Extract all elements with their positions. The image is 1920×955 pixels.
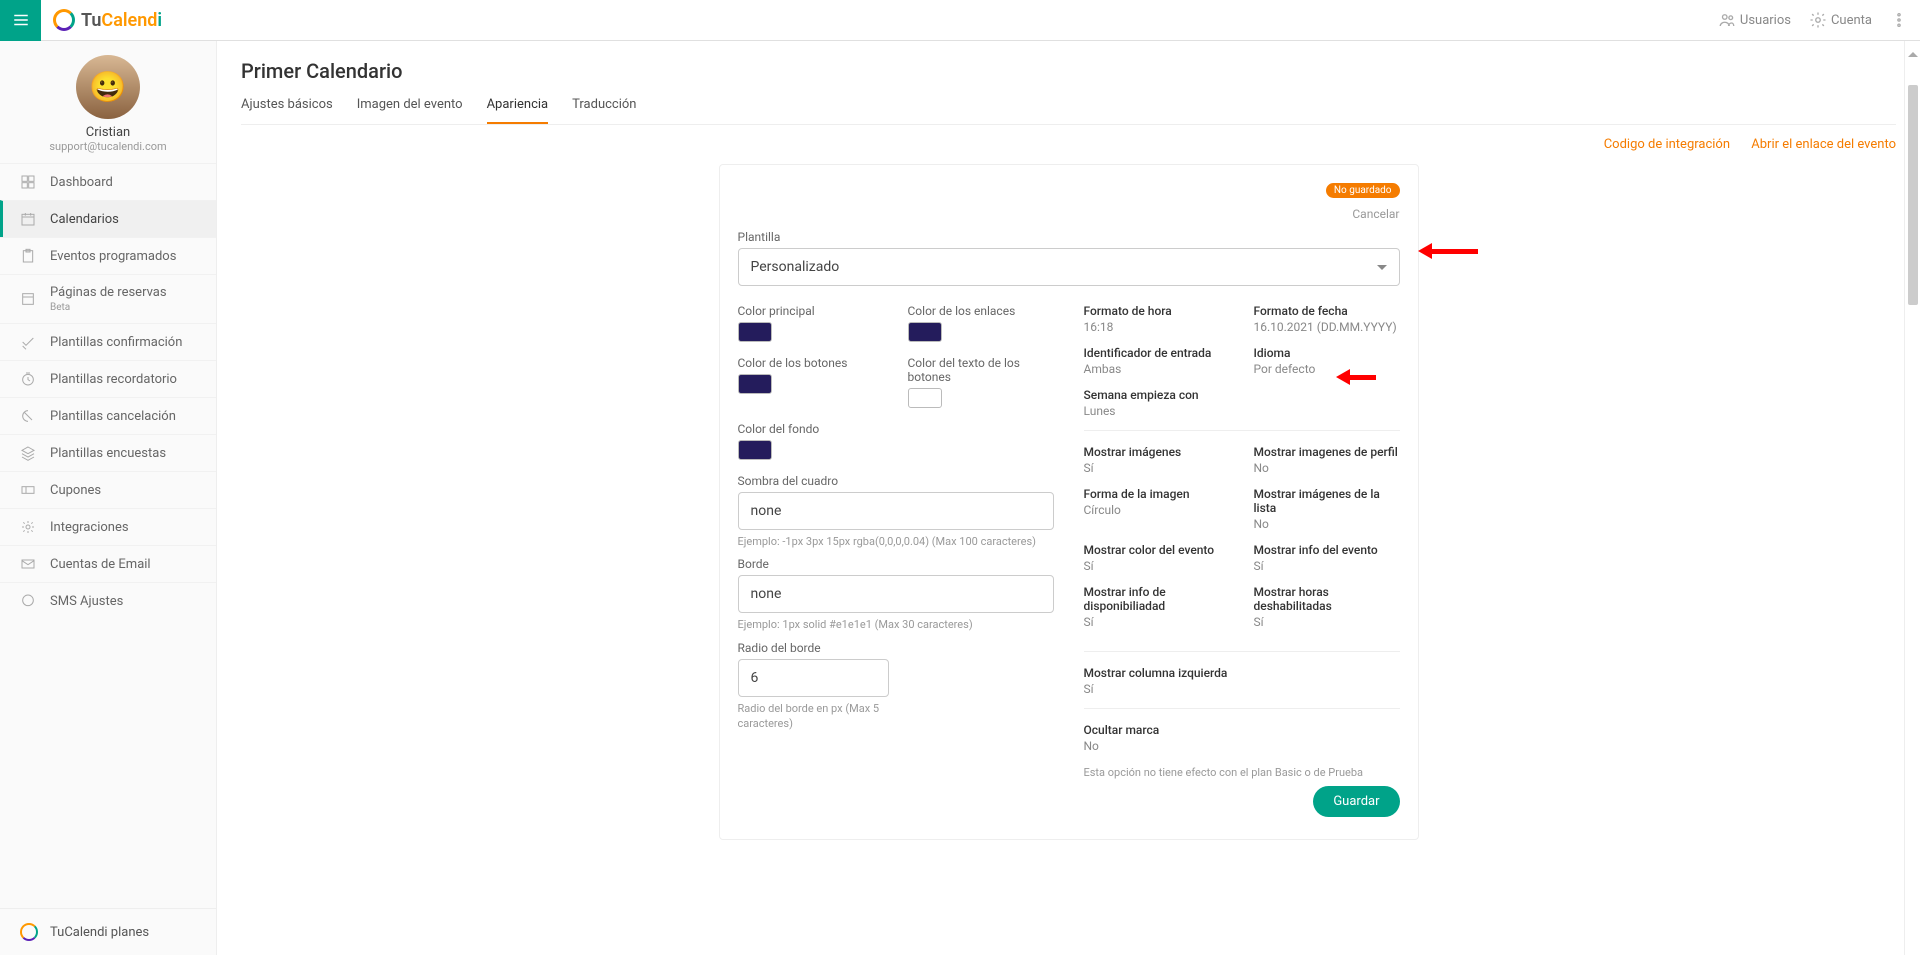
cancel-button[interactable]: Cancelar: [1352, 207, 1399, 221]
page-title: Primer Calendario: [241, 59, 1896, 83]
usuarios-link[interactable]: Usuarios: [1718, 11, 1791, 29]
scrollbar[interactable]: [1904, 41, 1920, 955]
appearance-panel: No guardado Cancelar Plantilla Personali…: [719, 164, 1419, 840]
nav-planes[interactable]: TuCalendi planes: [0, 908, 216, 955]
content: Primer Calendario Ajustes básicos Imagen…: [217, 41, 1920, 955]
cancel-icon: [20, 408, 36, 424]
tab-apariencia[interactable]: Apariencia: [487, 97, 549, 124]
link-abrir[interactable]: Abrir el enlace del evento: [1751, 137, 1896, 152]
chevron-down-icon: [1377, 265, 1387, 270]
mostrar-color-evento[interactable]: Mostrar color del eventoSí: [1084, 543, 1230, 573]
mostrar-perfil[interactable]: Mostrar imagenes de perfilNo: [1254, 445, 1400, 475]
calendar-icon: [20, 211, 36, 227]
more-vertical-icon: [1890, 11, 1908, 29]
dashboard-icon: [20, 174, 36, 190]
page-icon: [20, 291, 36, 307]
clock-icon: [20, 371, 36, 387]
check-icon: [20, 334, 36, 350]
more-menu[interactable]: [1890, 11, 1908, 29]
color-principal-swatch[interactable]: [738, 322, 772, 342]
logo-icon: [20, 923, 38, 941]
link-codigo[interactable]: Codigo de integración: [1604, 137, 1730, 152]
forma-imagen[interactable]: Forma de la imagenCírculo: [1084, 487, 1230, 531]
formato-hora[interactable]: Formato de hora16:18: [1084, 304, 1230, 334]
logo-icon: [53, 9, 75, 31]
nav-plantillas-confirmacion[interactable]: Plantillas confirmación: [0, 323, 216, 360]
unsaved-badge: No guardado: [1326, 183, 1400, 198]
brand-logo[interactable]: TuCalendi: [53, 9, 162, 31]
nav-email[interactable]: Cuentas de Email: [0, 545, 216, 582]
sidebar: 😀 Cristian support@tucalendi.com Dashboa…: [0, 41, 217, 955]
mostrar-info-evento[interactable]: Mostrar info del eventoSí: [1254, 543, 1400, 573]
color-botones-swatch[interactable]: [738, 374, 772, 394]
gear-icon: [1809, 11, 1827, 29]
save-button[interactable]: Guardar: [1313, 786, 1399, 817]
nav-cupones[interactable]: Cupones: [0, 471, 216, 508]
nav-eventos[interactable]: Eventos programados: [0, 237, 216, 274]
cuenta-link[interactable]: Cuenta: [1809, 11, 1872, 29]
nav-calendarios[interactable]: Calendarios: [0, 200, 216, 237]
mostrar-columna-izq[interactable]: Mostrar columna izquierdaSí: [1084, 666, 1400, 696]
nav-paginas[interactable]: Páginas de reservasBeta: [0, 274, 216, 323]
tabs: Ajustes básicos Imagen del evento Aparie…: [241, 97, 1896, 125]
mostrar-disponibilidad[interactable]: Mostrar info de disponibiliadadSí: [1084, 585, 1230, 629]
avatar[interactable]: 😀: [76, 55, 140, 119]
mostrar-horas-deshab[interactable]: Mostrar horas deshabilitadasSí: [1254, 585, 1400, 629]
nav-dashboard[interactable]: Dashboard: [0, 163, 216, 200]
tab-traduccion[interactable]: Traducción: [572, 97, 636, 124]
ocultar-marca[interactable]: Ocultar marcaNo: [1084, 723, 1400, 753]
idioma[interactable]: IdiomaPor defecto: [1254, 346, 1400, 376]
clipboard-icon: [20, 248, 36, 264]
color-texto-botones-swatch[interactable]: [908, 388, 942, 408]
sombra-input[interactable]: [738, 492, 1054, 530]
hamburger-icon: [12, 11, 30, 29]
tab-ajustes[interactable]: Ajustes básicos: [241, 97, 333, 124]
nav-plantillas-recordatorio[interactable]: Plantillas recordatorio: [0, 360, 216, 397]
tab-imagen[interactable]: Imagen del evento: [357, 97, 463, 124]
gear-icon: [20, 519, 36, 535]
plantilla-select[interactable]: Personalizado: [738, 248, 1400, 286]
nav-sms[interactable]: SMS Ajustes: [0, 582, 216, 619]
borde-input[interactable]: [738, 575, 1054, 613]
nav-plantillas-cancelacion[interactable]: Plantillas cancelación: [0, 397, 216, 434]
menu-toggle[interactable]: [0, 0, 41, 41]
linkbar: Codigo de integración Abrir el enlace de…: [217, 125, 1920, 164]
profile-email: support@tucalendi.com: [0, 140, 216, 153]
users-icon: [1718, 11, 1736, 29]
brand-text: TuCalendi: [81, 10, 162, 31]
mostrar-lista[interactable]: Mostrar imágenes de la listaNo: [1254, 487, 1400, 531]
topbar: TuCalendi Usuarios Cuenta: [0, 0, 1920, 41]
identificador-entrada[interactable]: Identificador de entradaAmbas: [1084, 346, 1230, 376]
plantilla-label: Plantilla: [738, 230, 1400, 244]
color-fondo-swatch[interactable]: [738, 440, 772, 460]
radio-input[interactable]: [738, 659, 890, 697]
profile-name: Cristian: [0, 125, 216, 140]
mail-icon: [20, 556, 36, 572]
layers-icon: [20, 445, 36, 461]
nav-integraciones[interactable]: Integraciones: [0, 508, 216, 545]
annotation-arrow-plantilla: [1418, 243, 1478, 259]
nav-plantillas-encuestas[interactable]: Plantillas encuestas: [0, 434, 216, 471]
ticket-icon: [20, 482, 36, 498]
mostrar-imagenes[interactable]: Mostrar imágenesSí: [1084, 445, 1230, 475]
chat-icon: [20, 593, 36, 609]
color-enlaces-swatch[interactable]: [908, 322, 942, 342]
formato-fecha[interactable]: Formato de fecha16.10.2021 (DD.MM.YYYY): [1254, 304, 1400, 334]
profile: 😀 Cristian support@tucalendi.com: [0, 41, 216, 163]
semana-empieza[interactable]: Semana empieza conLunes: [1084, 388, 1400, 418]
